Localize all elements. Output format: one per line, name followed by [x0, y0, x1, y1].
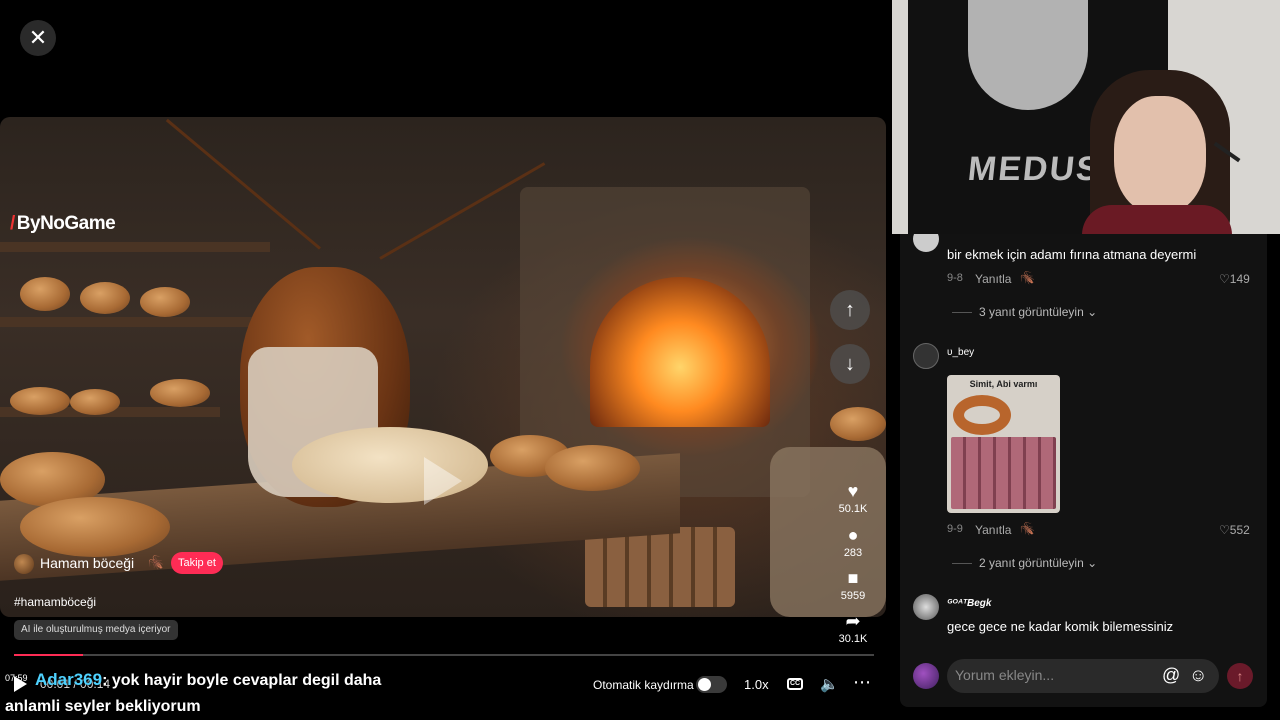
video-scene-antenna [165, 118, 321, 250]
view-replies-button[interactable]: 2 yanıt görüntüleyin ⌄ [952, 556, 1097, 570]
author-avatar[interactable] [14, 554, 34, 574]
video-scene-loaf [70, 389, 120, 415]
video-scene-loaf [150, 379, 210, 407]
follow-button[interactable]: Takip et [171, 552, 223, 574]
video-scene-loaf [80, 282, 130, 314]
close-button[interactable]: ✕ [20, 20, 56, 56]
play-overlay-icon[interactable] [424, 457, 462, 505]
next-video-button[interactable]: ↓ [830, 344, 870, 384]
video-scene-loaf [545, 445, 640, 491]
reply-button[interactable]: Yanıtla [975, 272, 1011, 286]
share-icon: ➦ [845, 611, 861, 631]
comment-avatar[interactable] [913, 594, 939, 620]
like-count: 50.1K [838, 503, 868, 515]
author-name[interactable]: Hamam böceği [40, 555, 134, 571]
comment-like-button[interactable]: ♡552 [1219, 523, 1250, 537]
channel-watermark: / ByNoGame [10, 213, 116, 234]
captions-icon[interactable]: CC [787, 678, 803, 690]
view-replies-label: 2 yanıt görüntüleyin [979, 556, 1084, 570]
previous-video-button[interactable]: ↑ [830, 290, 870, 330]
comment-icon: ● [847, 525, 859, 545]
comment-input-placeholder: Yorum ekleyin... [955, 667, 1055, 683]
emoji-icon[interactable]: ☺ [1189, 665, 1207, 686]
divider-line [952, 312, 972, 314]
send-button[interactable]: ↑ [1227, 663, 1253, 689]
heart-outline-icon: ♡ [1219, 523, 1230, 537]
simit-image [953, 395, 1011, 435]
video-scene-shelf [0, 317, 270, 327]
comment-date: 9-9 [947, 523, 963, 535]
share-count: 30.1K [838, 633, 868, 645]
arrow-down-icon: ↓ [845, 352, 855, 375]
bookmark-button[interactable]: ■ 5959 [836, 568, 870, 602]
tapestry-text: MEDUS [966, 150, 1103, 188]
comment-avatar[interactable] [913, 343, 939, 369]
share-button[interactable]: ➦ 30.1K [836, 611, 870, 645]
bookmark-count: 5959 [840, 590, 866, 602]
view-replies-button[interactable]: 3 yanıt görüntüleyin ⌄ [952, 305, 1097, 319]
video-scene-loaf [20, 497, 170, 557]
more-options-icon[interactable]: ⋯ [853, 672, 871, 693]
comment-username[interactable]: ᴳᴼᴬᵀBegk [947, 598, 991, 609]
pig-grid-image [951, 437, 1056, 509]
view-replies-label: 3 yanıt görüntüleyin [979, 305, 1084, 319]
hashtag-link[interactable]: #hamamböceği [14, 595, 96, 609]
video-progress-bar[interactable] [14, 654, 874, 656]
comment-like-count: 552 [1229, 523, 1250, 537]
reply-button[interactable]: Yanıtla [975, 523, 1011, 537]
tapestry-medusa-image [968, 0, 1088, 110]
video-scene-loaf [20, 277, 70, 311]
self-avatar [913, 663, 939, 689]
chat-username: Adar369 [35, 670, 103, 689]
volume-icon[interactable]: 🔈 [820, 675, 839, 693]
comment-count: 283 [843, 547, 863, 559]
bookmark-icon: ■ [847, 568, 859, 588]
close-icon: ✕ [28, 25, 48, 50]
autoscroll-toggle[interactable] [696, 676, 727, 693]
comment-date: 9-8 [947, 272, 963, 284]
divider-line [952, 563, 972, 565]
chevron-down-icon: ⌄ [1087, 556, 1098, 570]
mention-icon[interactable]: @ [1162, 665, 1180, 686]
streamer-face [1114, 96, 1206, 214]
autoscroll-label: Otomatik kaydırma [593, 678, 694, 692]
video-scene-shelf [0, 242, 270, 252]
arrow-up-icon: ↑ [845, 298, 855, 321]
video-scene-logs [585, 527, 735, 607]
arrow-up-icon: ↑ [1236, 668, 1244, 684]
toggle-knob [698, 678, 711, 691]
author-badge-icon: 🪳 [148, 555, 165, 570]
comment-text: bir ekmek için adamı fırına atmana deyer… [947, 247, 1197, 262]
video-scene-loaf [830, 407, 886, 441]
video-scene-loaf [140, 287, 190, 317]
streamer-shirt [1082, 205, 1232, 234]
video-scene-loaf [10, 387, 70, 415]
comment-image[interactable]: Simit, Abi varmı [947, 375, 1060, 513]
comment-username[interactable]: υ_bey [947, 347, 974, 358]
creator-liked-icon: 🪳 [1020, 271, 1035, 285]
video-progress-fill [14, 654, 83, 656]
ai-content-badge: AI ile oluşturulmuş medya içeriyor [14, 620, 178, 640]
chevron-down-icon: ⌄ [1087, 305, 1098, 319]
webcam-overlay: MEDUS [892, 0, 1280, 234]
like-button[interactable]: ♥ 50.1K [836, 481, 870, 515]
comment-image-caption: Simit, Abi varmı [969, 379, 1038, 389]
comment-like-button[interactable]: ♡149 [1219, 272, 1250, 286]
chat-overlay-message: Adar369: yok hayir boyle cevaplar degil … [5, 667, 425, 720]
heart-outline-icon: ♡ [1219, 272, 1230, 286]
app-root: ✕ ✦ /ByNoGame ↑ ↓ ♥ 50.1K ● 28 [0, 0, 1280, 720]
comment-like-count: 149 [1229, 272, 1250, 286]
video-player[interactable]: ✦ [0, 117, 886, 617]
comment-text: gece gece ne kadar komik bilemessiniz [947, 619, 1174, 634]
creator-liked-icon: 🪳 [1020, 522, 1035, 536]
playback-speed-button[interactable]: 1.0x [744, 677, 769, 692]
heart-icon: ♥ [847, 481, 859, 501]
comment-button[interactable]: ● 283 [836, 525, 870, 559]
